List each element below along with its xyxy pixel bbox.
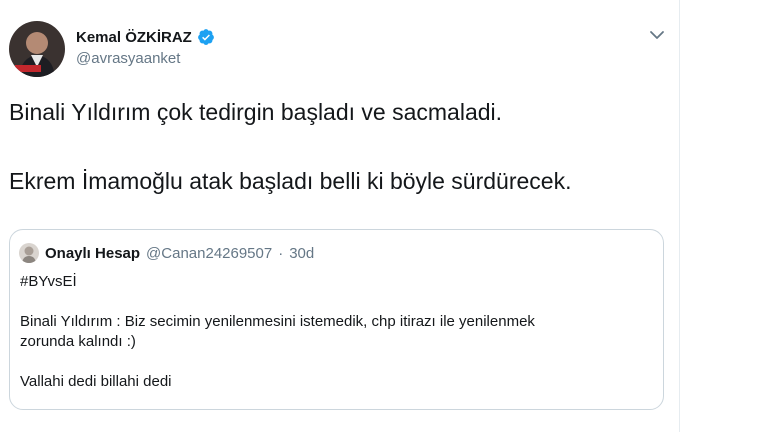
tweet-text: Binali Yıldırım çok tedirgin başladı ve …	[9, 98, 669, 196]
quoted-tweet-card[interactable]: Onaylı Hesap @Canan24269507 · 30d #BYvsE…	[9, 229, 664, 410]
quote-hashtag: #BYvsEİ	[20, 273, 77, 290]
chevron-down-icon[interactable]	[648, 28, 666, 42]
quote-header: Onaylı Hesap @Canan24269507 · 30d	[19, 243, 314, 263]
verified-badge-icon	[197, 28, 215, 46]
quote-body: #BYvsEİ Binali Yıldırım : Biz secimin ye…	[20, 272, 650, 392]
quote-text-line: Vallahi dedi billahi dedi	[20, 373, 172, 390]
quote-text-line: zorunda kalındı :)	[20, 333, 136, 350]
author-avatar[interactable]	[9, 21, 65, 77]
quote-author-name: Onaylı Hesap	[45, 244, 141, 262]
quote-separator: ·	[278, 244, 284, 262]
author-handle[interactable]: @avrasyaanket	[76, 50, 180, 67]
column-divider	[679, 0, 680, 432]
tweet-line: Ekrem İmamoğlu atak başladı belli ki böy…	[9, 168, 572, 194]
quote-text-line: Binali Yıldırım : Biz secimin yenilenmes…	[20, 313, 535, 330]
author-name[interactable]: Kemal ÖZKİRAZ	[76, 29, 192, 46]
quote-avatar	[19, 243, 39, 263]
author-name-row: Kemal ÖZKİRAZ	[76, 28, 215, 46]
quote-timestamp: 30d	[289, 244, 315, 262]
quote-author-handle: @Canan24269507	[146, 244, 273, 262]
tweet-line: Binali Yıldırım çok tedirgin başladı ve …	[9, 99, 503, 125]
